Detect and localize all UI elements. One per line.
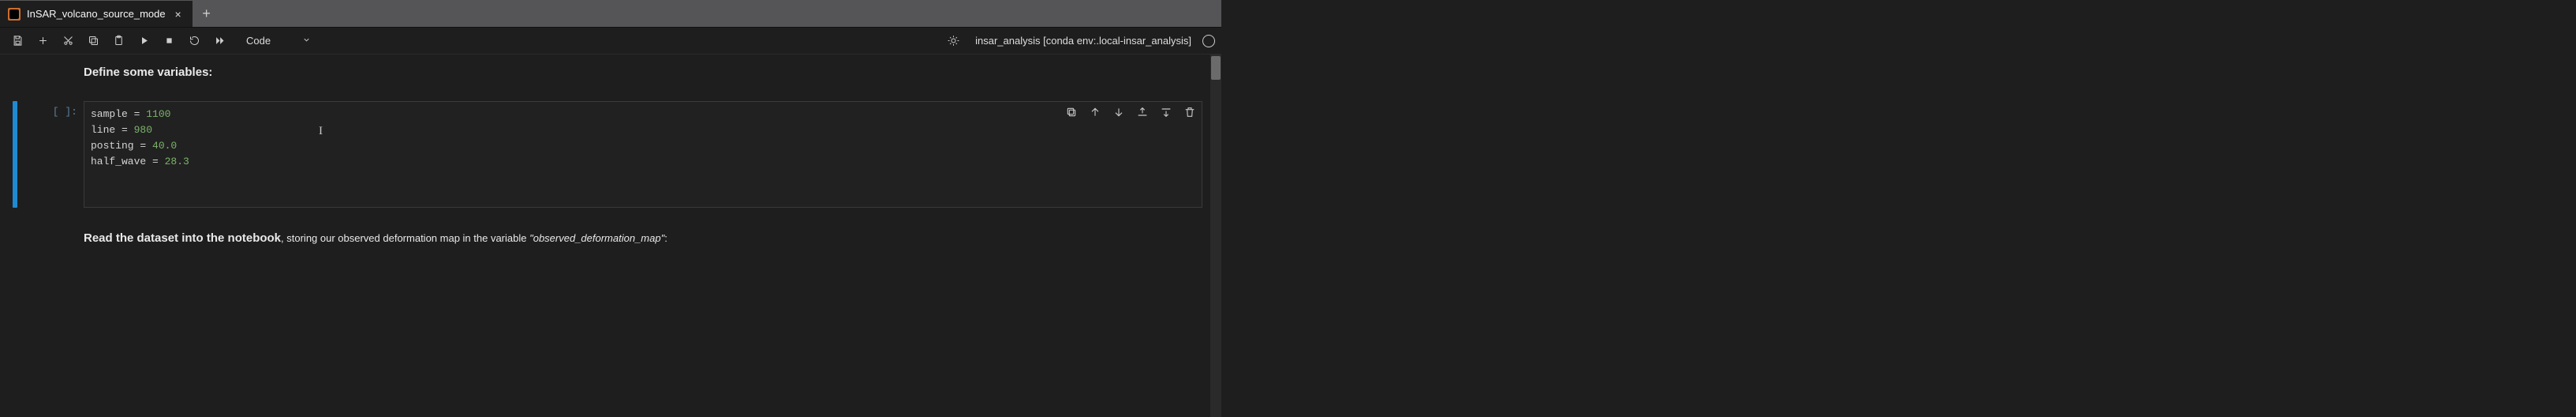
- text-cursor: [321, 124, 322, 135]
- kernel-status-icon[interactable]: [1202, 35, 1215, 47]
- markdown-heading-bold: Read the dataset into the notebook: [84, 231, 281, 245]
- save-button[interactable]: [6, 30, 28, 52]
- markdown-cell[interactable]: Read the dataset into the notebook, stor…: [84, 231, 1195, 245]
- cut-button[interactable]: [57, 30, 79, 52]
- tab-active[interactable]: InSAR_volcano_source_mode ×: [0, 0, 193, 27]
- cell-run-indicator: [13, 101, 17, 208]
- restart-run-all-button[interactable]: [208, 30, 230, 52]
- scroll-thumb[interactable]: [1211, 56, 1221, 80]
- code-editor[interactable]: sample = 1100 line = 980 posting = 40.0 …: [84, 101, 1202, 208]
- code-cell[interactable]: [ ]: sample = 1100 line = 980 posting = …: [13, 101, 1202, 208]
- insert-above-icon[interactable]: [1135, 105, 1150, 119]
- markdown-tail: :: [664, 232, 667, 244]
- copy-button[interactable]: [82, 30, 104, 52]
- move-down-icon[interactable]: [1112, 105, 1126, 119]
- paste-button[interactable]: [107, 30, 129, 52]
- chevron-down-icon: [302, 35, 311, 47]
- markdown-heading: Define some variables:: [84, 66, 212, 79]
- insert-cell-button[interactable]: [32, 30, 54, 52]
- delete-cell-icon[interactable]: [1183, 105, 1197, 119]
- notebook-toolbar: Code insar_analysis [conda env:.local-in…: [0, 28, 1221, 54]
- cell-prompt: [ ]:: [28, 101, 84, 208]
- move-up-icon[interactable]: [1088, 105, 1102, 119]
- notebook-area: Define some variables: [ ]: sample = 110…: [0, 54, 1221, 417]
- run-button[interactable]: [133, 30, 155, 52]
- markdown-var: observed_deformation_map: [529, 232, 664, 244]
- vertical-scrollbar[interactable]: [1210, 54, 1221, 417]
- tab-bar: InSAR_volcano_source_mode × +: [0, 0, 1221, 28]
- cell-type-label: Code: [246, 35, 271, 47]
- markdown-text: , storing our observed deformation map i…: [281, 232, 529, 244]
- interrupt-button[interactable]: [158, 30, 180, 52]
- insert-below-icon[interactable]: [1159, 105, 1173, 119]
- cell-type-select[interactable]: Code: [240, 35, 317, 47]
- restart-button[interactable]: [183, 30, 205, 52]
- debugger-icon[interactable]: [942, 30, 964, 52]
- close-icon[interactable]: ×: [172, 8, 185, 21]
- notebook-file-icon: [8, 8, 21, 21]
- duplicate-cell-icon[interactable]: [1064, 105, 1079, 119]
- markdown-cell[interactable]: Define some variables:: [84, 66, 1195, 79]
- new-tab-button[interactable]: +: [193, 0, 221, 27]
- cell-toolbar: [1064, 105, 1197, 119]
- kernel-name[interactable]: insar_analysis [conda env:.local-insar_a…: [975, 35, 1191, 47]
- tab-title: InSAR_volcano_source_mode: [27, 8, 166, 20]
